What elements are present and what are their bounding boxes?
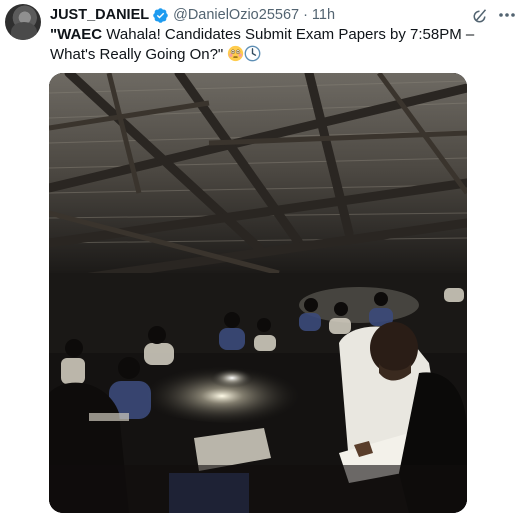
tweet-header: JUST_DANIEL @DanielOzio25567 · 11h (50, 5, 335, 25)
tweet-text-body: Wahala! Candidates Submit Exam Papers by… (50, 26, 475, 63)
flushed-face-icon (227, 45, 244, 68)
author-handle[interactable]: @DanielOzio25567 (173, 7, 299, 23)
author-name[interactable]: JUST_DANIEL (50, 7, 149, 23)
avatar[interactable] (5, 4, 41, 40)
timestamp[interactable]: 11h (312, 7, 335, 23)
clock-icon (244, 45, 261, 68)
separator: · (303, 7, 308, 23)
verified-badge-icon[interactable] (152, 7, 169, 24)
tweet-text-bold: "WAEC (50, 26, 103, 43)
tweet-photo[interactable] (49, 73, 467, 513)
grok-icon[interactable] (472, 6, 490, 24)
more-icon[interactable] (497, 6, 517, 24)
tweet-text: "WAEC Wahala! Candidates Submit Exam Pap… (50, 25, 520, 67)
